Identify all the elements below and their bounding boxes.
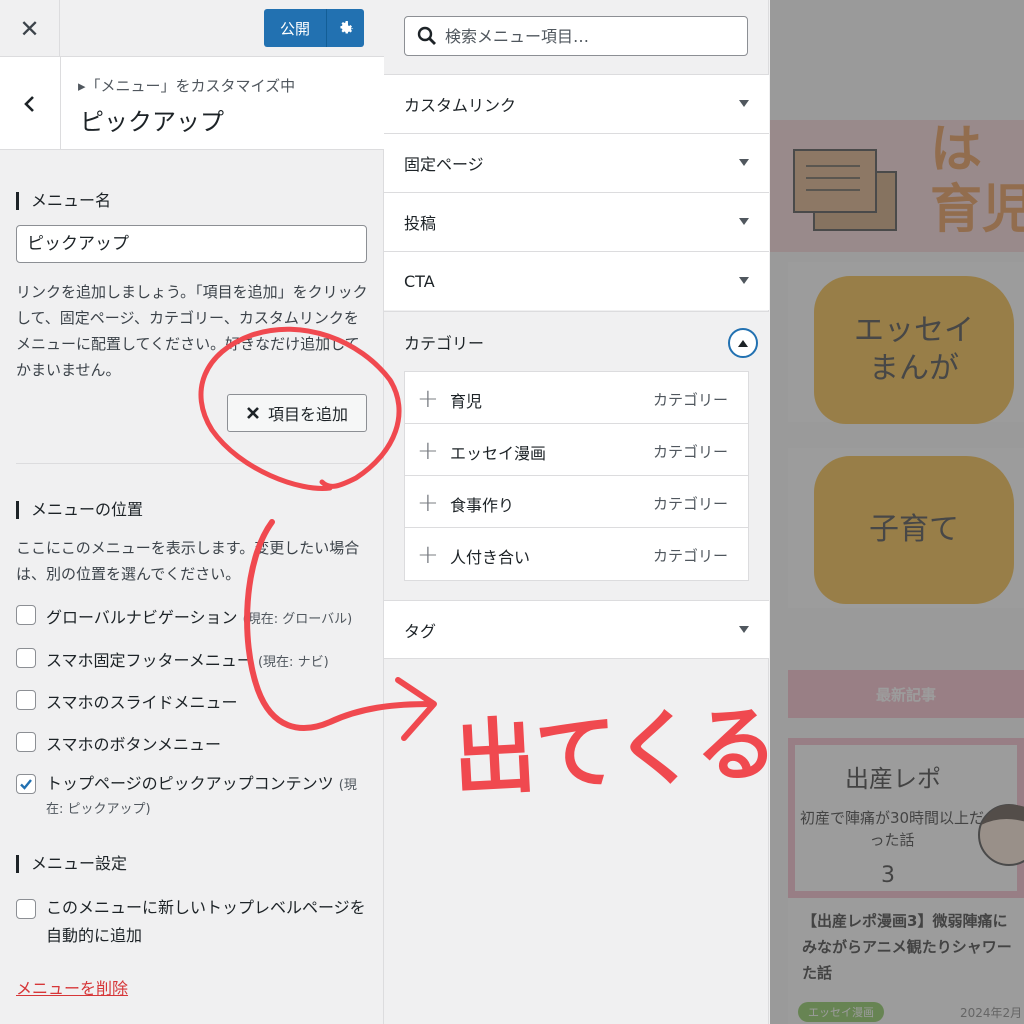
site-preview[interactable]: は 育児 エッセイ まんが 子育て 最新記事 出産レポ 初産で陣痛が30時間以上… bbox=[770, 0, 1024, 1024]
accordion-label: 投稿 bbox=[404, 214, 437, 233]
section-header: ▸「メニュー」をカスタマイズ中 ピックアップ bbox=[0, 57, 384, 150]
checkbox-label: グローバルナビゲーション bbox=[46, 608, 238, 627]
publish-button[interactable]: 公開 bbox=[264, 9, 364, 47]
category-name: エッセイ漫画 bbox=[450, 444, 547, 463]
search-input[interactable] bbox=[445, 26, 725, 46]
accordion-label: タグ bbox=[404, 621, 437, 641]
category-type: カテゴリー bbox=[652, 443, 728, 461]
checkbox-checked[interactable] bbox=[16, 774, 36, 794]
search-field[interactable] bbox=[404, 16, 748, 56]
menu-locations-desc: ここにこのメニューを表示します。変更したい場合は、別の位置を選んでください。 bbox=[16, 539, 360, 583]
character-illustration bbox=[978, 804, 1024, 866]
plus-icon: + bbox=[417, 488, 439, 518]
caret-down-icon bbox=[739, 626, 749, 633]
list-item[interactable]: + 食事作り カテゴリー bbox=[405, 476, 748, 528]
list-item[interactable]: + 育児 カテゴリー bbox=[405, 372, 748, 424]
plus-icon: + bbox=[417, 384, 439, 414]
checkmark-icon bbox=[20, 779, 32, 790]
breadcrumb: ▸「メニュー」をカスタマイズ中 bbox=[78, 77, 296, 95]
post-date: 2024年2月 bbox=[960, 1006, 1023, 1020]
post-card[interactable]: 出産レポ 初産で陣痛が30時間以上だった話 3 【出産レポ漫画3】微弱陣痛に み… bbox=[788, 738, 1024, 1024]
search-icon bbox=[417, 26, 436, 45]
list-item[interactable]: + 人付き合い カテゴリー bbox=[405, 528, 748, 580]
caret-down-icon bbox=[739, 100, 749, 107]
checkbox[interactable] bbox=[16, 648, 36, 668]
location-checkbox-footer[interactable]: スマホ固定フッターメニュー (現在: ナビ) bbox=[16, 647, 329, 671]
category-name: 人付き合い bbox=[450, 548, 531, 567]
post-category-badge: エッセイ漫画 bbox=[798, 1002, 884, 1022]
caret-up-icon[interactable] bbox=[728, 328, 758, 358]
close-button[interactable]: ✕ bbox=[0, 0, 60, 57]
add-items-label: 項目を追加 bbox=[267, 405, 348, 424]
category-name: 食事作り bbox=[450, 496, 515, 515]
location-checkbox-slide[interactable]: スマホのスライドメニュー bbox=[16, 689, 238, 713]
menu-name-label: メニュー名 bbox=[16, 192, 111, 210]
back-button[interactable] bbox=[0, 57, 61, 150]
location-checkbox-button[interactable]: スマホのボタンメニュー bbox=[16, 731, 221, 755]
plus-icon: + bbox=[417, 540, 439, 570]
chevron-left-icon bbox=[24, 95, 34, 112]
pickup-card-label: 子育て bbox=[814, 456, 1014, 604]
menu-name-input[interactable]: ピックアップ bbox=[16, 225, 367, 263]
category-type: カテゴリー bbox=[652, 495, 728, 513]
book-illustration bbox=[793, 149, 897, 231]
caret-down-icon bbox=[739, 159, 749, 166]
add-items-button[interactable]: 項目を追加 bbox=[227, 394, 367, 432]
accordion-pages[interactable]: 固定ページ bbox=[384, 133, 769, 192]
checkbox-note: (現在: グローバル) bbox=[242, 612, 353, 627]
section-title: ピックアップ bbox=[80, 108, 224, 136]
post-title: 【出産レポ漫画3】微弱陣痛に みながらアニメ観たりシャワー た話 bbox=[802, 912, 1012, 982]
menu-help-text: リンクを追加しましょう。「項目を追加」をクリックして、固定ページ、カテゴリー、カ… bbox=[16, 283, 368, 379]
location-checkbox-pickup[interactable]: トップページのピックアップコンテンツ (現在: ピックアップ) bbox=[16, 773, 368, 821]
accordion-tags[interactable]: タグ bbox=[384, 600, 769, 659]
accordion-posts[interactable]: 投稿 bbox=[384, 192, 769, 251]
close-icon bbox=[247, 407, 259, 419]
caret-down-icon bbox=[739, 218, 749, 225]
category-type: カテゴリー bbox=[652, 391, 728, 409]
pickup-card-label: エッセイ まんが bbox=[814, 276, 1014, 424]
customizer-sidebar: ✕ 公開 ▸「メニュー」をカスタマイズ中 ピックアップ メニュー名 ピックアップ… bbox=[0, 0, 384, 1024]
list-item[interactable]: + エッセイ漫画 カテゴリー bbox=[405, 424, 748, 476]
thumb-number: 3 bbox=[881, 863, 895, 888]
recent-posts-heading: 最新記事 bbox=[788, 670, 1024, 718]
caret-down-icon bbox=[739, 277, 749, 284]
delete-menu-link[interactable]: メニューを削除 bbox=[16, 975, 128, 999]
thumb-subtitle: 初産で陣痛が30時間以上だった話 bbox=[799, 809, 985, 849]
accordion-label: CTA bbox=[404, 271, 435, 291]
post-thumbnail: 出産レポ 初産で陣痛が30時間以上だった話 3 bbox=[788, 738, 1024, 898]
checkbox-label: このメニューに新しいトップレベルページを自動的に追加 bbox=[46, 898, 366, 945]
close-icon: ✕ bbox=[19, 14, 40, 43]
category-type: カテゴリー bbox=[652, 547, 728, 565]
hero-text: は 育児 bbox=[930, 120, 1024, 240]
gear-icon[interactable] bbox=[327, 19, 364, 37]
checkbox-label: トップページのピックアップコンテンツ bbox=[46, 774, 334, 793]
accordion-custom-link[interactable]: カスタムリンク bbox=[384, 74, 769, 133]
checkbox[interactable] bbox=[16, 605, 36, 625]
menu-settings-label: メニュー設定 bbox=[16, 855, 127, 873]
accordion-label: カスタムリンク bbox=[404, 96, 517, 115]
checkbox-label: スマホのスライドメニュー bbox=[46, 693, 238, 712]
divider bbox=[16, 463, 368, 464]
accordion-label: 固定ページ bbox=[404, 155, 484, 174]
accordion-categories: カテゴリー + 育児 カテゴリー + エッセイ漫画 カテゴリー + 食事作り カ… bbox=[384, 311, 769, 600]
customizer-topbar: ✕ 公開 bbox=[0, 0, 384, 57]
checkbox[interactable] bbox=[16, 732, 36, 752]
thumb-title: 出産レポ bbox=[845, 765, 941, 793]
accordion-label[interactable]: カテゴリー bbox=[404, 330, 484, 354]
checkbox[interactable] bbox=[16, 899, 36, 919]
publish-label: 公開 bbox=[279, 19, 310, 38]
location-checkbox-global[interactable]: グローバルナビゲーション (現在: グローバル) bbox=[16, 604, 352, 628]
accordion-cta[interactable]: CTA bbox=[384, 251, 769, 310]
category-list: + 育児 カテゴリー + エッセイ漫画 カテゴリー + 食事作り カテゴリー +… bbox=[404, 371, 749, 581]
category-name: 育児 bbox=[450, 392, 483, 411]
plus-icon: + bbox=[417, 436, 439, 466]
checkbox-label: スマホ固定フッターメニュー bbox=[46, 651, 253, 670]
available-menu-items-panel: カスタムリンク 固定ページ 投稿 CTA カテゴリー + 育児 カテゴリー + … bbox=[384, 0, 769, 1024]
menu-locations-label: メニューの位置 bbox=[16, 501, 143, 519]
auto-add-checkbox[interactable]: このメニューに新しいトップレベルページを自動的に追加 bbox=[16, 898, 368, 950]
checkbox-note: (現在: ナビ) bbox=[257, 655, 329, 670]
checkbox-label: スマホのボタンメニュー bbox=[46, 735, 222, 754]
checkbox[interactable] bbox=[16, 690, 36, 710]
